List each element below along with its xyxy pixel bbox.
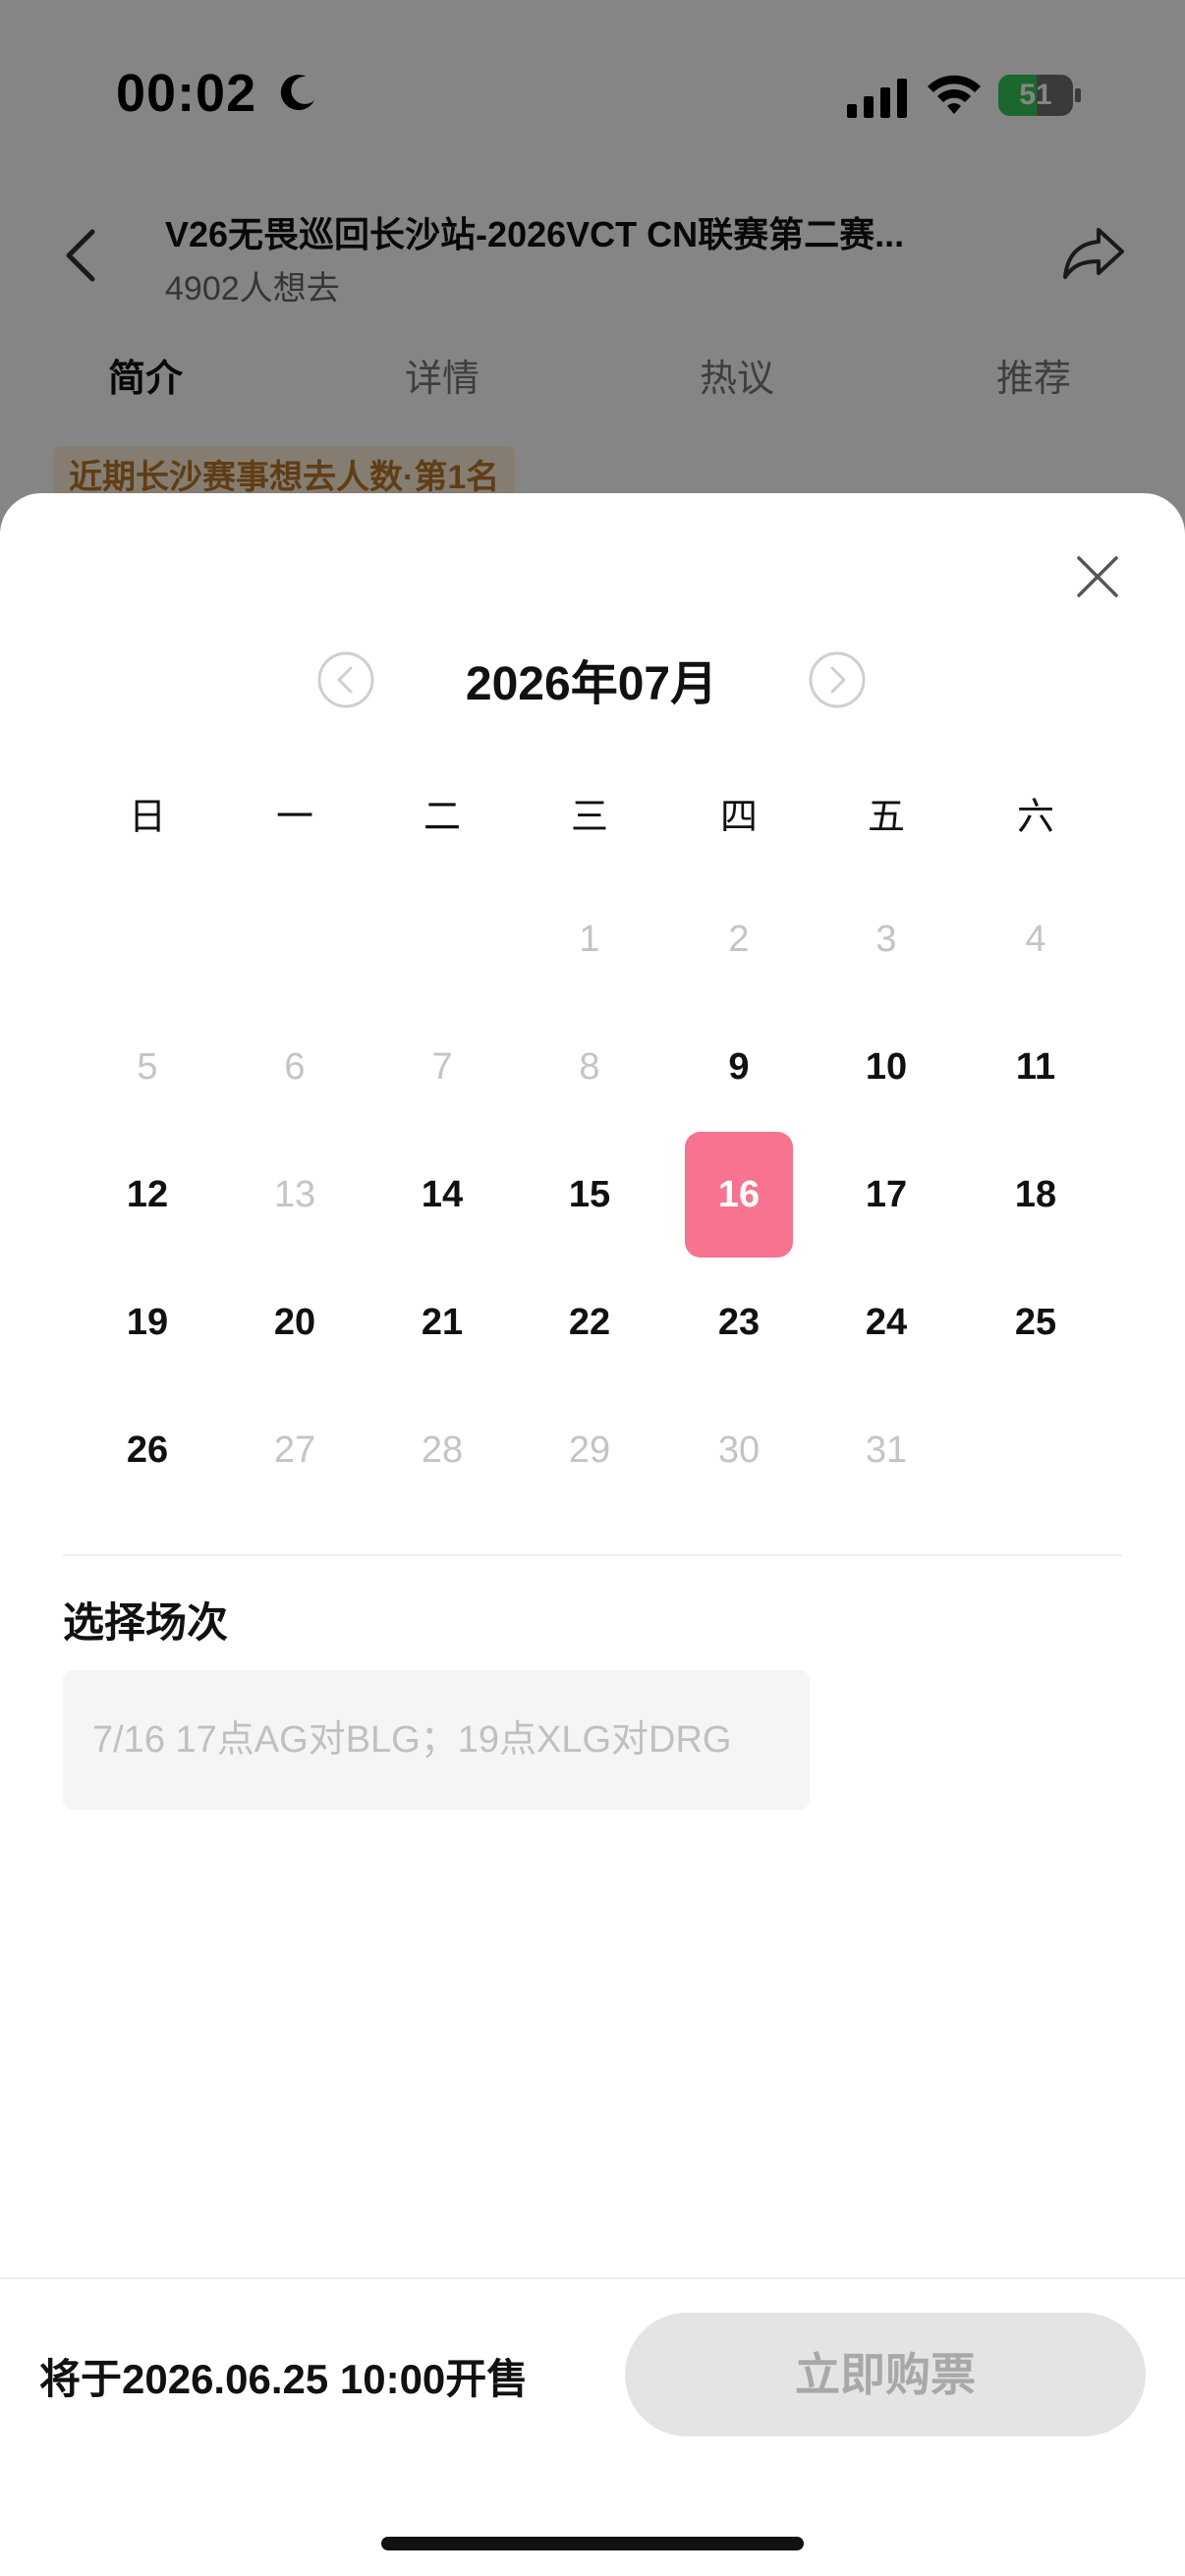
session-option[interactable]: 7/16 17点AG对BLG；19点XLG对DRG — [63, 1670, 810, 1810]
calendar-day: 31 — [865, 1429, 908, 1471]
calendar-day: 27 — [273, 1429, 316, 1471]
weekday-label: 二 — [423, 797, 461, 838]
calendar-day[interactable]: 11 — [982, 1004, 1090, 1130]
weekday-label: 六 — [1016, 797, 1054, 838]
calendar-day: 3 — [875, 919, 897, 960]
calendar-day: 1 — [579, 919, 600, 960]
calendar-day: 6 — [284, 1046, 306, 1088]
calendar-day: 5 — [137, 1046, 158, 1088]
weekday-label: 四 — [719, 797, 758, 838]
sale-time-text: 将于2026.06.25 10:00开售 — [39, 2356, 529, 2402]
calendar-day: 28 — [421, 1429, 464, 1471]
weekday-label: 五 — [867, 797, 905, 838]
calendar-day: 4 — [1025, 919, 1046, 960]
calendar-day[interactable]: 14 — [388, 1132, 496, 1258]
section-divider — [63, 1554, 1122, 1556]
calendar-day[interactable]: 19 — [93, 1260, 201, 1385]
calendar-day: 7 — [431, 1046, 453, 1088]
calendar-day[interactable]: 21 — [388, 1260, 496, 1385]
calendar-day[interactable]: 15 — [536, 1132, 644, 1258]
calendar-day[interactable]: 24 — [832, 1260, 940, 1385]
close-icon[interactable] — [1073, 552, 1122, 601]
weekday-label: 日 — [128, 797, 166, 838]
calendar-day: 8 — [579, 1046, 600, 1088]
calendar-day[interactable]: 22 — [536, 1260, 644, 1385]
screen: 00:02 51 V26无畏巡回长沙站-2026VCT CN联赛第二赛... 4… — [0, 0, 1185, 2576]
home-indicator — [381, 2537, 804, 2550]
calendar-day[interactable]: 26 — [93, 1387, 201, 1513]
calendar-day[interactable]: 10 — [832, 1004, 940, 1130]
month-label: 2026年07月 — [465, 658, 718, 710]
calendar-day[interactable]: 20 — [241, 1260, 349, 1385]
calendar-day: 13 — [273, 1174, 316, 1215]
session-label: 选择场次 — [63, 1599, 229, 1646]
calendar-day[interactable]: 17 — [832, 1132, 940, 1258]
weekday-label: 三 — [570, 797, 608, 838]
calendar-day: 2 — [728, 919, 750, 960]
calendar-day[interactable]: 12 — [93, 1132, 201, 1258]
calendar-day: 29 — [568, 1429, 611, 1471]
calendar-day[interactable]: 23 — [685, 1260, 793, 1385]
weekday-label: 一 — [275, 797, 313, 838]
session-option-text: 7/16 17点AG对BLG；19点XLG对DRG — [92, 1719, 732, 1761]
calendar-day: 30 — [717, 1429, 761, 1471]
buy-ticket-button[interactable]: 立即购票 — [625, 2313, 1146, 2436]
calendar-day[interactable]: 9 — [685, 1004, 793, 1130]
prev-month-icon[interactable] — [316, 650, 375, 709]
next-month-icon[interactable] — [808, 650, 867, 709]
calendar-day[interactable]: 18 — [982, 1132, 1090, 1258]
calendar-day-selected[interactable]: 16 — [685, 1132, 793, 1258]
calendar-day[interactable]: 25 — [982, 1260, 1090, 1385]
